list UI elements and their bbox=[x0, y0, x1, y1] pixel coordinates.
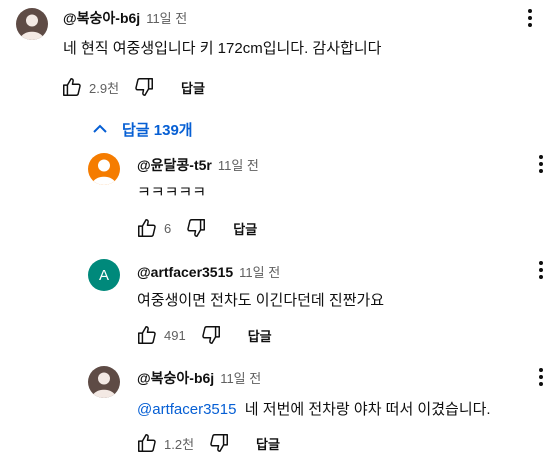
timestamp[interactable]: 11일 전 bbox=[218, 155, 259, 174]
dislike-button[interactable] bbox=[208, 432, 230, 454]
author-name[interactable]: @윤달콩-t5r bbox=[137, 155, 212, 175]
like-button[interactable] bbox=[136, 217, 158, 239]
thumbs-down-icon bbox=[187, 219, 206, 237]
top-comment: @복숭아-b6j 11일 전 네 현직 여중생입니다 키 172cm입니다. 감… bbox=[0, 0, 557, 110]
comment-actions: 2.9천 답글 bbox=[61, 75, 205, 99]
like-count: 1.2천 bbox=[164, 436, 195, 452]
timestamp[interactable]: 11일 전 bbox=[239, 262, 280, 281]
like-count: 2.9천 bbox=[89, 80, 120, 96]
more-options-button[interactable] bbox=[529, 258, 553, 282]
thumbs-up-icon bbox=[63, 78, 81, 96]
more-vert-icon bbox=[539, 261, 543, 279]
thumbs-up-icon bbox=[138, 434, 156, 452]
like-button[interactable] bbox=[136, 432, 158, 454]
comment-actions: 1.2천 답글 bbox=[136, 431, 280, 455]
more-options-button[interactable] bbox=[529, 152, 553, 176]
avatar[interactable] bbox=[88, 153, 120, 185]
more-vert-icon bbox=[539, 155, 543, 173]
comment-text: @artfacer3515 네 저번에 전차랑 야차 떠서 이겼습니다. bbox=[137, 398, 491, 419]
reply-button[interactable]: 답글 bbox=[248, 326, 272, 345]
comment-text: ㅋㅋㅋㅋㅋ bbox=[137, 184, 207, 201]
thumbs-up-icon bbox=[138, 326, 156, 344]
thumbs-up-icon bbox=[138, 219, 156, 237]
reply-comment: @복숭아-b6j 11일 전 @artfacer3515 네 저번에 전차랑 야… bbox=[0, 362, 557, 466]
more-vert-icon bbox=[539, 368, 543, 386]
author-name[interactable]: @복숭아-b6j bbox=[137, 368, 214, 388]
more-options-button[interactable] bbox=[529, 365, 553, 389]
avatar[interactable] bbox=[88, 366, 120, 398]
more-vert-icon bbox=[528, 9, 532, 27]
dislike-button[interactable] bbox=[185, 217, 207, 239]
comment-text: 네 현직 여중생입니다 키 172cm입니다. 감사합니다 bbox=[63, 40, 382, 57]
person-avatar-icon bbox=[88, 153, 120, 185]
like-button[interactable] bbox=[61, 76, 83, 98]
thumbs-down-icon bbox=[201, 326, 220, 344]
person-avatar-icon bbox=[88, 366, 120, 398]
chevron-up-icon bbox=[93, 124, 107, 133]
comment-body: 네 저번에 전차랑 야차 떠서 이겼습니다. bbox=[244, 401, 491, 418]
dislike-button[interactable] bbox=[200, 324, 222, 346]
comment-header: @윤달콩-t5r 11일 전 bbox=[137, 155, 259, 175]
like-count: 6 bbox=[164, 220, 172, 236]
comment-actions: 6 답글 bbox=[136, 216, 257, 240]
thumbs-down-icon bbox=[210, 434, 229, 452]
comment-header: @artfacer3515 11일 전 bbox=[137, 262, 280, 281]
comment-text: 여중생이면 전차도 이긴다던데 진짠가요 bbox=[137, 292, 385, 309]
dislike-button[interactable] bbox=[133, 76, 155, 98]
timestamp[interactable]: 11일 전 bbox=[220, 368, 261, 387]
comment-actions: 491 답글 bbox=[136, 323, 272, 347]
reply-button[interactable]: 답글 bbox=[181, 78, 205, 97]
replies-toggle-button[interactable]: 답글 139개 bbox=[88, 117, 193, 141]
author-name[interactable]: @artfacer3515 bbox=[137, 264, 233, 280]
mention-link[interactable]: @artfacer3515 bbox=[137, 401, 236, 418]
timestamp[interactable]: 11일 전 bbox=[146, 8, 187, 27]
avatar[interactable] bbox=[16, 8, 48, 40]
comment-header: @복숭아-b6j 11일 전 bbox=[63, 8, 187, 28]
like-button[interactable] bbox=[136, 324, 158, 346]
like-count: 491 bbox=[164, 327, 186, 343]
reply-comment: A @artfacer3515 11일 전 여중생이면 전차도 이긴다던데 진짠… bbox=[0, 256, 557, 356]
comment-header: @복숭아-b6j 11일 전 bbox=[137, 368, 261, 388]
more-options-button[interactable] bbox=[518, 6, 542, 30]
avatar-letter: A bbox=[98, 266, 109, 284]
thumbs-down-icon bbox=[135, 78, 154, 96]
author-name[interactable]: @복숭아-b6j bbox=[63, 8, 140, 28]
reply-button[interactable]: 답글 bbox=[233, 219, 257, 238]
reply-comment: @윤달콩-t5r 11일 전 ㅋㅋㅋㅋㅋ 6 답글 bbox=[0, 150, 557, 250]
avatar[interactable]: A bbox=[88, 259, 120, 291]
reply-button[interactable]: 답글 bbox=[256, 434, 280, 453]
person-avatar-icon bbox=[16, 8, 48, 40]
replies-toggle-label: 답글 139개 bbox=[122, 121, 193, 139]
